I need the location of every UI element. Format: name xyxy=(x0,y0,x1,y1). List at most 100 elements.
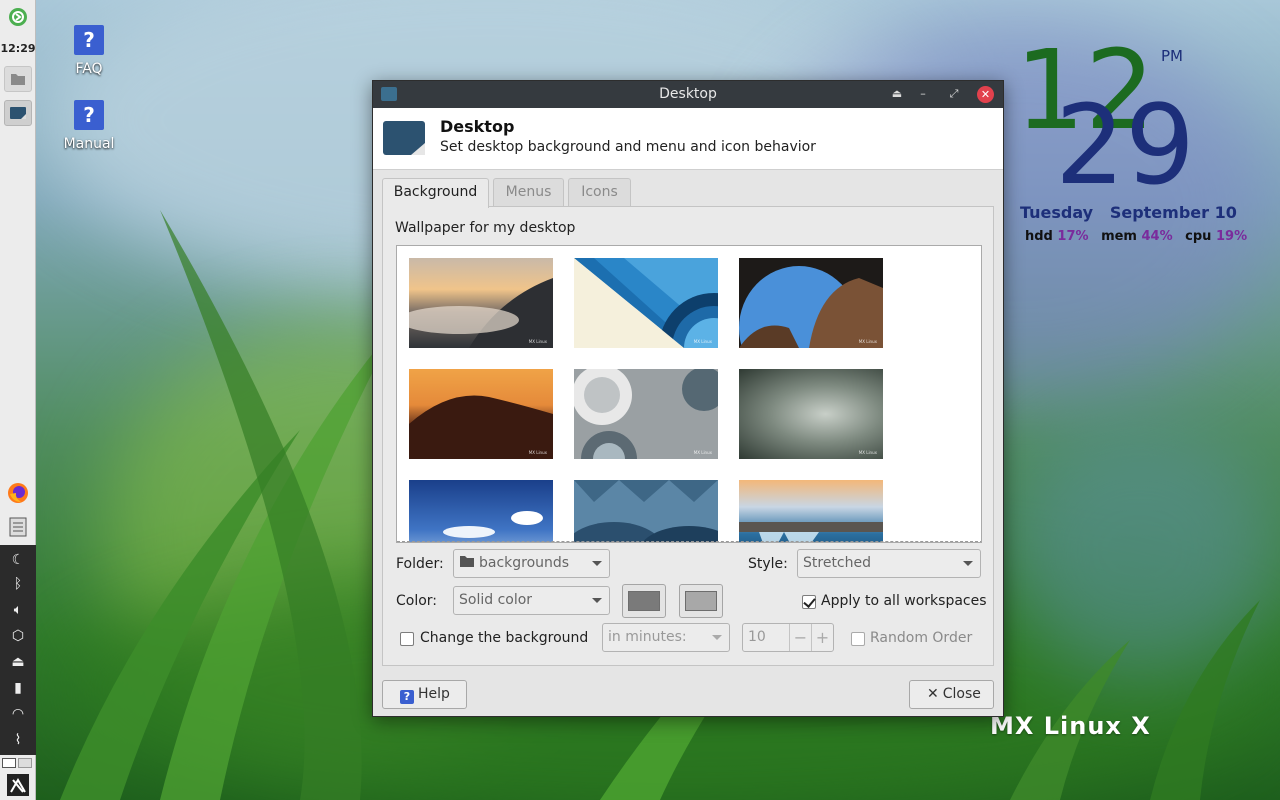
speaker-icon: 🔈︎ xyxy=(13,602,23,618)
desktop-settings-window: Desktop ⏏ – ⤢ ✕ Desktop Set desktop back… xyxy=(372,80,1004,717)
color-label: Color: xyxy=(396,593,438,609)
conky-minute: 29 xyxy=(1055,81,1195,209)
mx-linux-logo: MX Linux X xyxy=(990,712,1151,740)
help-label: Help xyxy=(418,686,450,702)
desktop-icon-label: FAQ xyxy=(75,61,103,77)
random-order-checkbox[interactable] xyxy=(851,632,865,646)
tab-background[interactable]: Background xyxy=(382,178,489,208)
apply-all-workspaces-checkbox[interactable] xyxy=(802,595,816,609)
window-title: Desktop xyxy=(659,86,717,102)
system-tray: ☾ ᛒ 🔈︎ ⬡ ⏏ ▮ ◠ ⌇ xyxy=(0,545,36,755)
wallpaper-thumbnail[interactable] xyxy=(574,480,718,542)
bluetooth-icon: ᛒ xyxy=(13,576,23,592)
wifi-icon: ◠ xyxy=(11,706,25,722)
wallpaper-thumbnail[interactable]: MX Linux xyxy=(409,258,553,348)
bluetooth-tray[interactable]: ᛒ xyxy=(4,571,32,597)
night-mode-tray[interactable]: ☾ xyxy=(4,547,32,573)
desktop-settings-icon xyxy=(383,121,425,155)
shade-button[interactable]: ⏏ xyxy=(887,85,907,103)
battery-icon: ▮ xyxy=(14,680,22,696)
conky-date: Tuesday September 10 xyxy=(1020,203,1237,222)
thumbnail-watermark: MX Linux xyxy=(693,450,712,455)
network-tray[interactable]: ◠ xyxy=(4,701,32,727)
mx-menu-icon xyxy=(9,8,27,26)
workspace-1[interactable] xyxy=(2,758,16,768)
thumbnail-watermark: MX Linux xyxy=(858,339,877,344)
chevron-down-icon xyxy=(592,561,602,566)
color-1-button[interactable] xyxy=(622,584,666,618)
change-background-checkbox[interactable] xyxy=(400,632,414,646)
mem-value: 44% xyxy=(1141,229,1173,244)
folder-label: Folder: xyxy=(396,556,444,572)
updater-tray[interactable]: ⬡ xyxy=(4,623,32,649)
file-manager-launcher[interactable] xyxy=(4,66,32,92)
eject-tray[interactable]: ⏏ xyxy=(4,649,32,675)
wallpaper-thumbnail[interactable]: MX Linux xyxy=(574,258,718,348)
tab-menus[interactable]: Menus xyxy=(493,178,564,207)
folder-value: backgrounds xyxy=(479,555,570,571)
thumbnail-watermark: MX Linux xyxy=(858,450,877,455)
tab-icons[interactable]: Icons xyxy=(568,178,631,207)
color-mode-dropdown[interactable]: Solid color xyxy=(453,586,610,615)
desktop-icon-faq[interactable]: ? FAQ xyxy=(54,25,124,77)
wallpaper-gallery[interactable]: MX Linux MX Linux MX Linux MX Linux MX L… xyxy=(396,245,982,543)
chevron-down-icon xyxy=(592,598,602,603)
mx-tools-button[interactable] xyxy=(4,772,32,798)
decrement-button[interactable]: − xyxy=(789,624,811,651)
thumbnail-watermark: MX Linux xyxy=(528,450,547,455)
close-icon: ✕ xyxy=(980,88,991,101)
workspace-2[interactable] xyxy=(18,758,32,768)
background-tab-panel: Wallpaper for my desktop MX Linux MX Lin… xyxy=(382,206,994,666)
close-icon: ✕ xyxy=(927,686,939,702)
firefox-launcher[interactable] xyxy=(4,480,32,506)
help-document-icon: ? xyxy=(74,100,104,130)
conky-ampm: PM xyxy=(1161,47,1183,65)
firefox-icon xyxy=(8,483,28,503)
volume-tray[interactable]: 🔈︎ xyxy=(4,597,32,623)
thumbnail-watermark: MX Linux xyxy=(693,339,712,344)
change-background-label[interactable]: Change the background xyxy=(420,630,588,646)
clipboard-tray[interactable]: ⌇ xyxy=(4,727,32,753)
battery-tray[interactable]: ▮ xyxy=(4,675,32,701)
chevron-down-icon xyxy=(963,561,973,566)
desktop-settings-task[interactable] xyxy=(4,100,32,126)
style-dropdown[interactable]: Stretched xyxy=(797,549,981,578)
notes-launcher[interactable] xyxy=(4,514,32,540)
interval-unit-dropdown[interactable]: in minutes: xyxy=(602,623,730,652)
close-button[interactable]: ✕ Close xyxy=(909,680,994,709)
folder-dropdown[interactable]: backgrounds xyxy=(453,549,610,578)
gallery-scroll-edge xyxy=(397,541,981,542)
wallpaper-label: Wallpaper for my desktop xyxy=(395,220,576,236)
menu-button[interactable] xyxy=(4,4,32,30)
wallpaper-thumbnail[interactable]: MX Linux xyxy=(739,369,883,459)
folder-icon xyxy=(460,556,474,567)
window-titlebar[interactable]: Desktop ⏏ – ⤢ ✕ xyxy=(373,81,1003,108)
wallpaper-thumbnail[interactable]: MX Linux xyxy=(739,258,883,348)
color-1-swatch xyxy=(628,591,660,611)
desktop-icon-manual[interactable]: ? Manual xyxy=(54,100,124,152)
increment-button[interactable]: + xyxy=(811,624,833,651)
style-label: Style: xyxy=(748,556,788,572)
interval-value: 10 xyxy=(748,629,766,645)
random-order-label[interactable]: Random Order xyxy=(870,630,972,646)
wallpaper-thumbnail[interactable]: MX Linux xyxy=(409,369,553,459)
header-title: Desktop xyxy=(440,117,515,136)
close-window-button[interactable]: ✕ xyxy=(977,86,994,103)
interval-unit-value: in minutes: xyxy=(608,629,687,645)
wallpaper-thumbnail[interactable] xyxy=(409,480,553,542)
desktop-icon-label: Manual xyxy=(63,136,115,152)
color-2-button[interactable] xyxy=(679,584,723,618)
minimize-button[interactable]: – xyxy=(913,85,933,103)
interval-spinbox[interactable]: 10 − + xyxy=(742,623,834,652)
notes-icon xyxy=(9,517,27,537)
panel-clock[interactable]: 12:29 xyxy=(0,42,36,55)
wallpaper-thumbnail[interactable] xyxy=(739,480,883,542)
paperclip-icon: ⌇ xyxy=(14,732,22,748)
wallpaper-thumbnail[interactable]: MX Linux xyxy=(574,369,718,459)
plus-icon: + xyxy=(815,628,830,647)
apply-all-workspaces-label[interactable]: Apply to all workspaces xyxy=(821,593,987,609)
maximize-button[interactable]: ⤢ xyxy=(944,85,964,103)
eject-icon: ⏏ xyxy=(891,87,903,100)
help-button[interactable]: ? Help xyxy=(382,680,467,709)
folder-icon xyxy=(11,74,25,85)
